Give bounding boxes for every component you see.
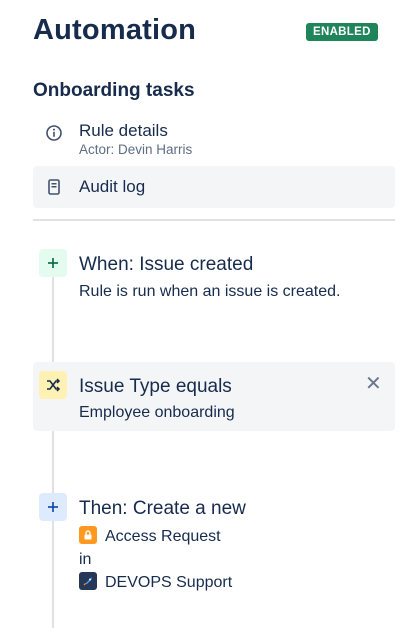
plus-icon [48, 502, 58, 512]
issue-type-label: Access Request [105, 528, 221, 545]
plus-icon [48, 258, 58, 268]
action-title: Then: Create a new [79, 498, 246, 519]
close-icon[interactable]: ✕ [365, 374, 382, 394]
shuffle-icon [47, 378, 61, 392]
audit-log-item[interactable]: Audit log [33, 166, 395, 208]
rule-name: Onboarding tasks [33, 80, 195, 101]
trigger-step[interactable]: When: Issue created Rule is run when an … [33, 246, 395, 308]
project-label: DEVOPS Support [105, 574, 233, 591]
trigger-tile [39, 249, 67, 277]
page-title: Automation [33, 14, 197, 46]
rule-details-label: Rule details [79, 121, 168, 140]
trigger-title: When: Issue created [79, 254, 254, 275]
connector-text: in [79, 551, 92, 568]
status-badge[interactable]: ENABLED [306, 23, 378, 41]
audit-log-label: Audit log [79, 177, 146, 196]
action-tile [39, 493, 67, 521]
info-icon [45, 124, 63, 142]
rule-details-item[interactable]: Rule details Actor: Devin Harris [33, 115, 395, 161]
lock-icon [79, 526, 97, 544]
divider [33, 219, 395, 221]
condition-title: Issue Type equals [79, 376, 232, 397]
trigger-description: Rule is run when an issue is created. [79, 283, 341, 300]
condition-value: Employee onboarding [79, 404, 235, 421]
rule-actor-text: Actor: Devin Harris [79, 142, 193, 157]
action-step[interactable]: Then: Create a new Access Request in DEV… [33, 490, 395, 600]
condition-tile [39, 371, 67, 399]
condition-step[interactable]: Issue Type equals Employee onboarding ✕ [33, 362, 395, 431]
document-icon [45, 178, 63, 196]
rocket-icon [79, 572, 97, 590]
